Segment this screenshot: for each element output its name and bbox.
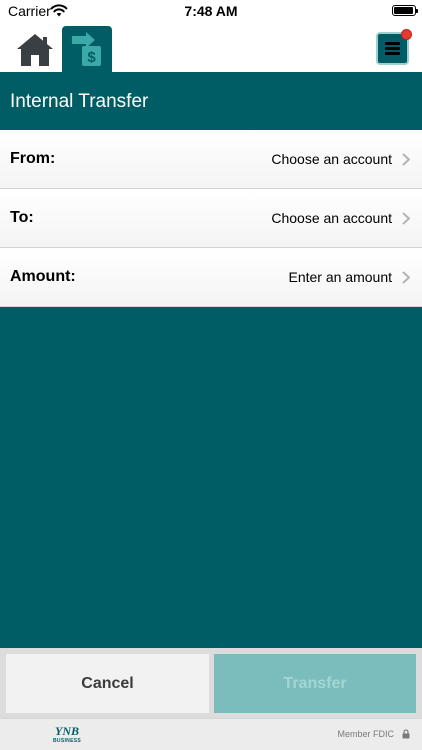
notification-badge bbox=[401, 29, 412, 40]
clock: 7:48 AM bbox=[184, 3, 238, 19]
to-account-row[interactable]: To: Choose an account bbox=[0, 189, 422, 248]
from-label: From: bbox=[10, 150, 56, 167]
action-bar: Cancel Transfer bbox=[0, 648, 422, 718]
bank-logo: YNB BUSINESS bbox=[52, 725, 82, 747]
chevron-right-icon bbox=[402, 153, 410, 166]
status-bar: Carrier 7:48 AM bbox=[0, 0, 422, 22]
footer: YNB BUSINESS Member FDIC bbox=[0, 718, 422, 750]
menu-button[interactable] bbox=[376, 29, 412, 65]
content-area bbox=[0, 307, 422, 648]
from-value: Choose an account bbox=[271, 151, 392, 167]
tab-home[interactable] bbox=[12, 28, 58, 72]
logo-mark: YNB bbox=[55, 724, 79, 738]
transfer-dollar-icon: $ bbox=[72, 32, 101, 66]
home-icon bbox=[17, 34, 53, 66]
page-header: Internal Transfer bbox=[0, 72, 422, 130]
cancel-button[interactable]: Cancel bbox=[6, 654, 209, 713]
battery-icon bbox=[392, 5, 418, 16]
tab-transfer[interactable]: $ bbox=[62, 26, 112, 72]
svg-text:$: $ bbox=[87, 49, 96, 66]
amount-row[interactable]: Amount: Enter an amount bbox=[0, 248, 422, 307]
page-title: Internal Transfer bbox=[10, 91, 149, 112]
to-label: To: bbox=[10, 209, 34, 226]
to-value: Choose an account bbox=[271, 210, 392, 226]
transfer-button[interactable]: Transfer bbox=[214, 654, 416, 713]
lock-icon bbox=[402, 729, 410, 739]
chevron-right-icon bbox=[402, 271, 410, 284]
chevron-right-icon bbox=[402, 212, 410, 225]
amount-value: Enter an amount bbox=[288, 269, 392, 285]
top-toolbar: $ bbox=[0, 22, 422, 72]
from-account-row[interactable]: From: Choose an account bbox=[0, 130, 422, 189]
member-fdic-label: Member FDIC bbox=[337, 729, 394, 739]
amount-label: Amount: bbox=[10, 268, 76, 285]
logo-subtext: BUSINESS bbox=[53, 738, 81, 744]
